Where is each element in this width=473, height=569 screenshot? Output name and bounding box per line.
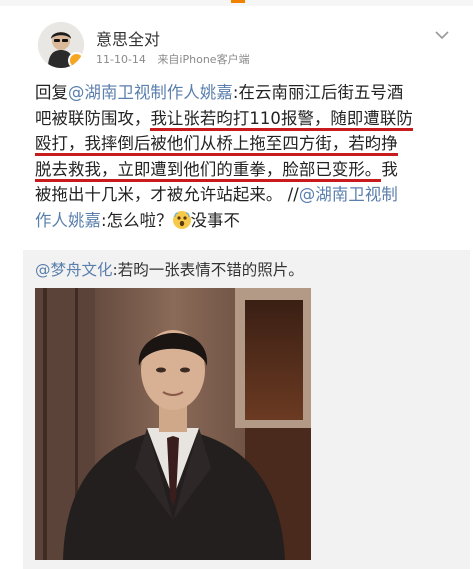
post-text-segment: 我 [381,159,398,179]
shocked-face-emoji-icon [172,210,191,229]
post-line: 殴打，我摔倒后被他们从桥上拖至四方街，若昀挣 [35,131,447,157]
repost-photo[interactable] [35,288,311,560]
portrait-image [35,288,311,560]
username[interactable]: 意思全对 [96,26,160,50]
post-text-segment: 回复 [35,83,68,102]
post-text-segment: 没事不 [190,210,241,230]
post-line: 吧被联防围攻，我让张若昀打110报警，随即遭联防 [35,106,447,132]
repost-card[interactable]: @梦舟文化:若昀一张表情不错的照片。 [23,250,470,569]
top-divider [0,0,473,6]
highlighted-text: 脱去救我，立即遭到他们的重拳，脸部已变形。 [35,159,382,182]
post-line: 被拖出十几米，才被允许站起来。 //@湖南卫视制 [35,182,447,208]
post-line: 回复@湖南卫视制作人姚嘉:在云南丽江后街五号酒 [35,80,447,106]
post-meta: 11-10-14 来自iPhone客户端 [96,51,250,67]
mention-link[interactable]: @湖南卫视制作人姚嘉 [68,83,233,102]
post-text-segment: :在云南丽江后街五号酒 [232,83,404,102]
post-line: 作人姚嘉:怎么啦？ 没事不 [35,208,447,234]
post-text-segment: :怎么啦？ [100,210,173,230]
verified-badge-icon [68,52,84,68]
mention-link[interactable]: 作人姚嘉 [35,211,101,230]
repost-body: :若昀一张表情不错的照片。 [112,261,304,279]
highlighted-text: 殴打，我摔倒后被他们从桥上拖至四方街，若昀挣 [35,134,398,156]
mention-link[interactable]: @湖南卫视制 [299,185,398,204]
post-text-segment: 被拖出十几米，才被允许站起来。 // [35,185,299,204]
post-time: 11-10-14 [96,53,146,66]
repost-author-link[interactable]: @梦舟文化 [35,261,113,279]
tab-indicator [231,0,245,3]
avatar[interactable] [38,22,84,68]
post-client: 来自iPhone客户端 [157,53,250,66]
post-text-segment: 吧被联防围攻， [35,108,151,128]
chevron-down-icon[interactable] [435,30,449,40]
post-text: 回复@湖南卫视制作人姚嘉:在云南丽江后街五号酒 吧被联防围攻，我让张若昀打110报… [35,80,447,233]
post-line: 脱去救我，立即遭到他们的重拳，脸部已变形。我 [35,157,447,183]
highlighted-text: 我让张若昀打110报警，随即遭联防 [150,108,413,131]
repost-text: @梦舟文化:若昀一张表情不错的照片。 [35,258,304,280]
